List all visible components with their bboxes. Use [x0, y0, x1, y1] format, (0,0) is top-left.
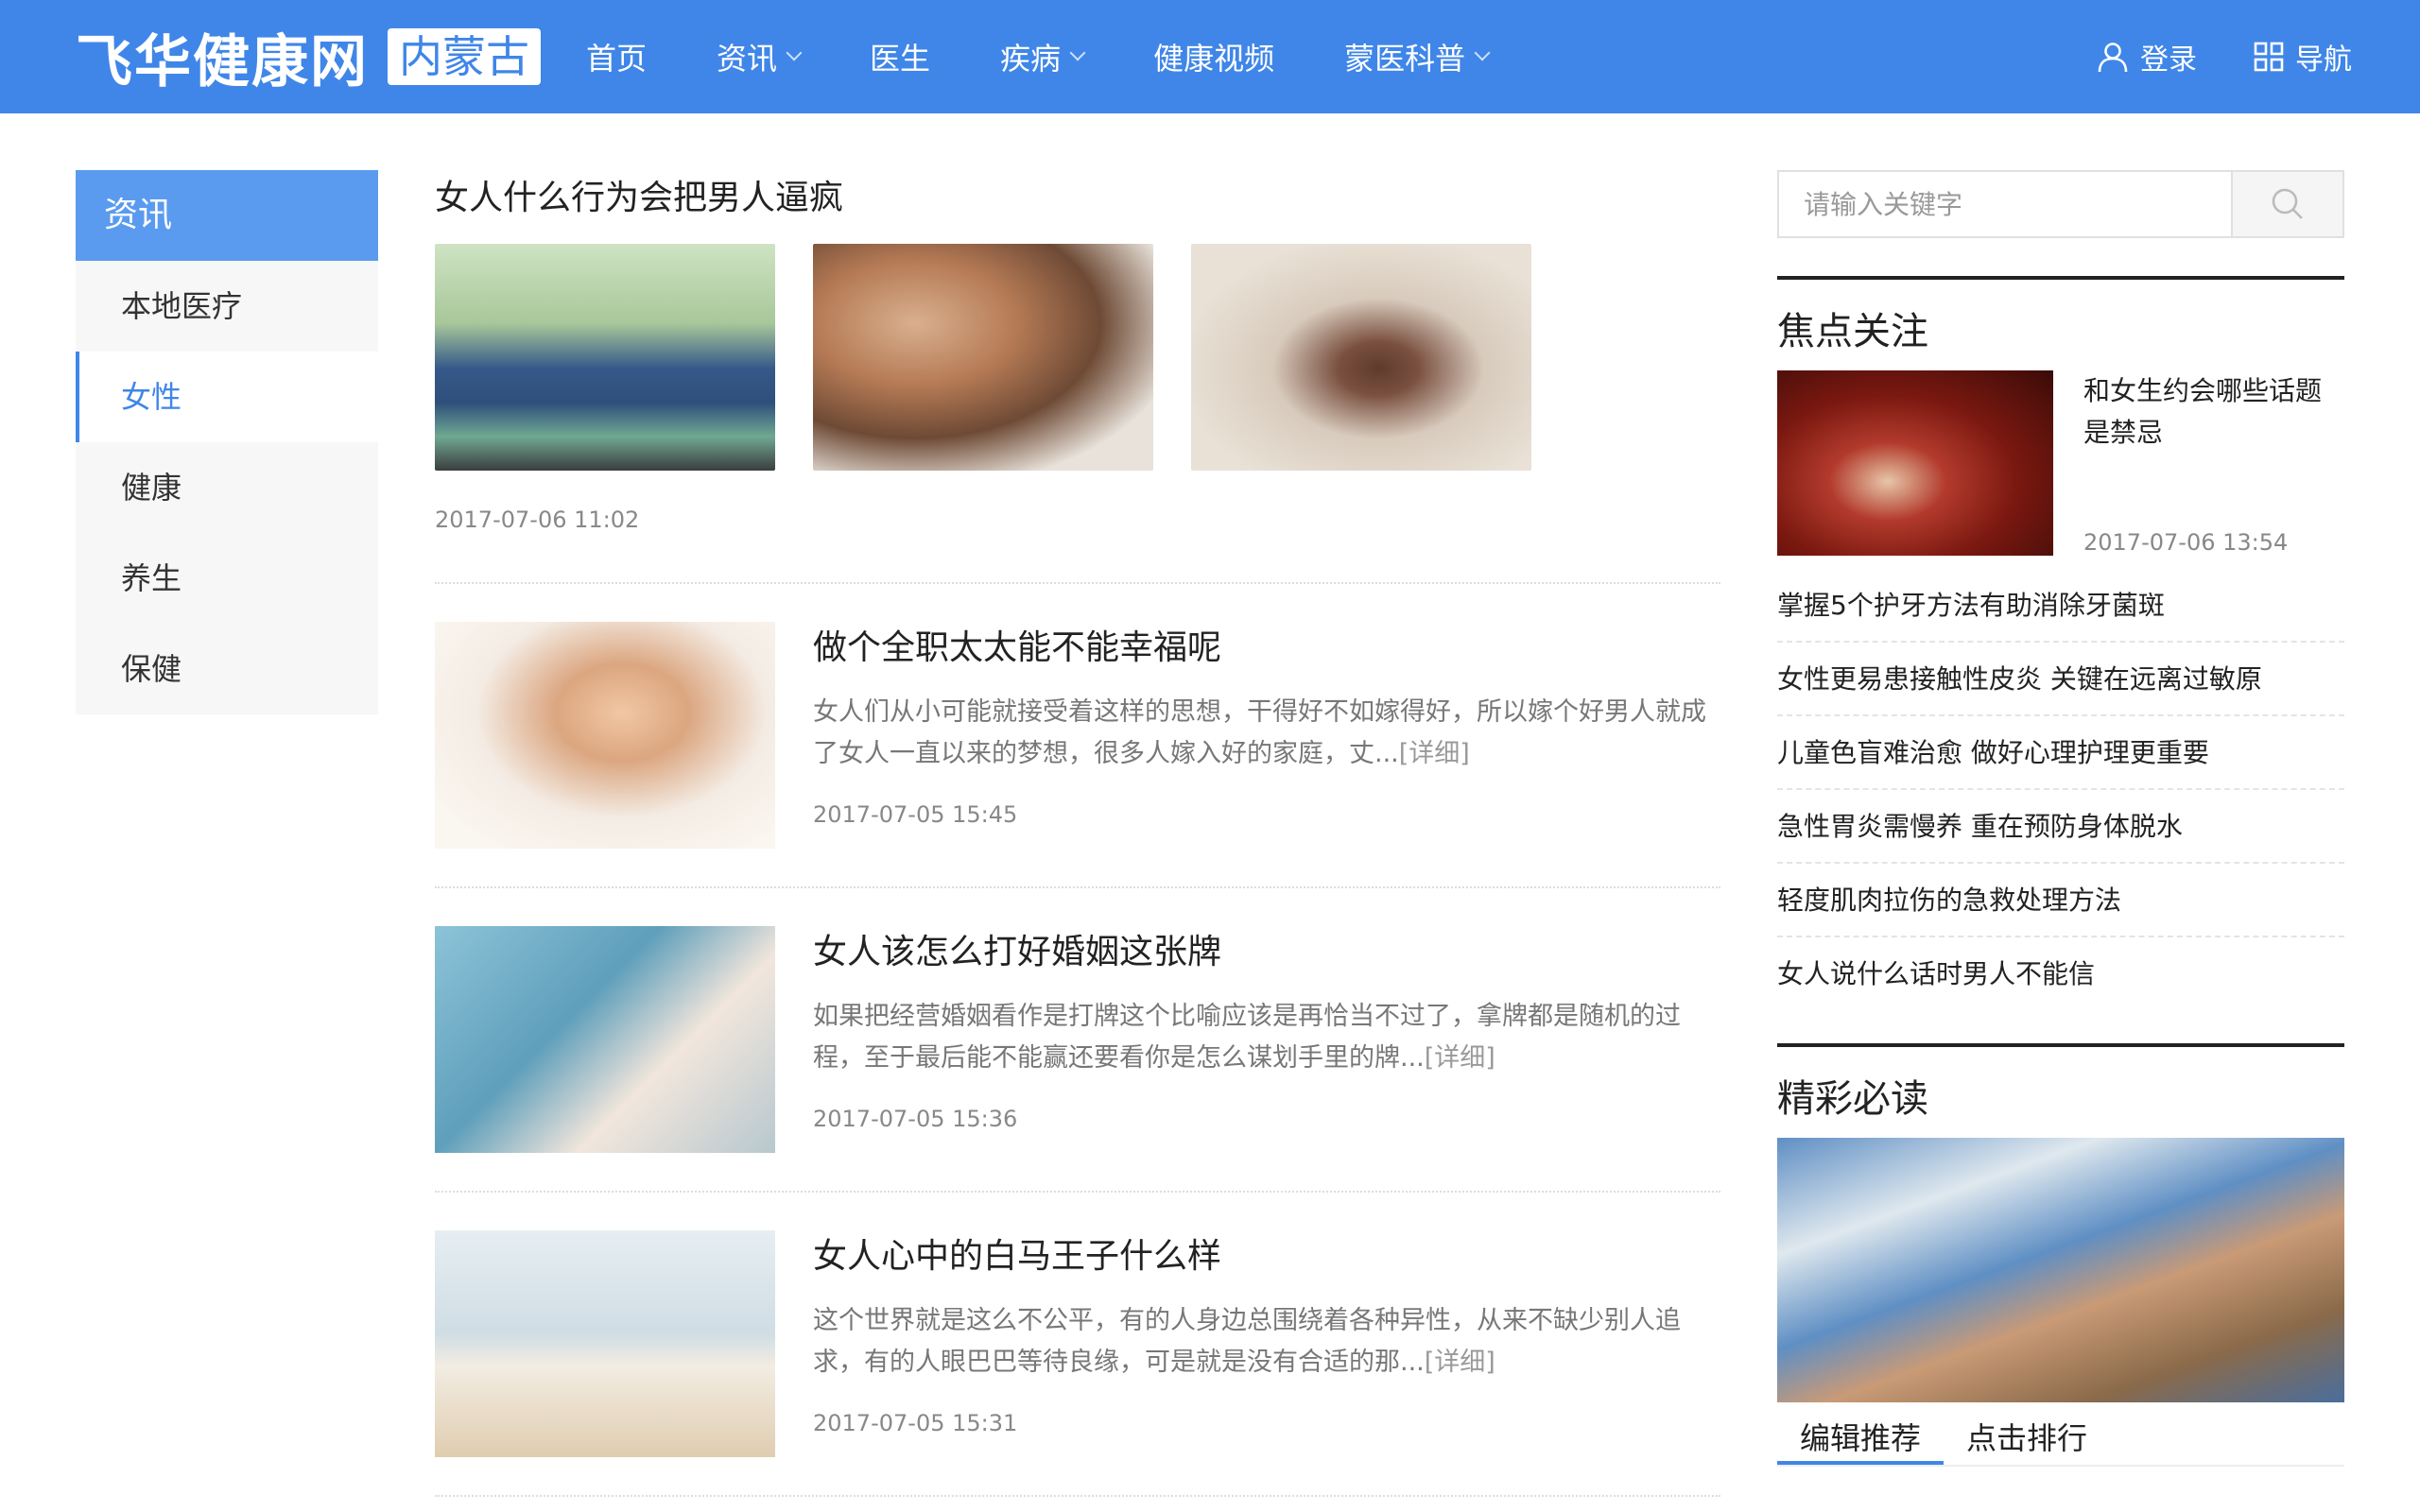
chevron-down-icon [1474, 44, 1491, 61]
divider [435, 1495, 1720, 1497]
tab-editor-picks[interactable]: 编辑推荐 [1777, 1410, 1945, 1465]
list-item: 做个全职太太能不能幸福呢 女人们从小可能就接受着这样的思想，干得好不如嫁得好，所… [435, 584, 1720, 886]
nav-item-home[interactable]: 首页 [586, 35, 647, 78]
list-item: 女人心中的白马王子什么样 这个世界就是这么不公平，有的人身边总围绕着各种异性，从… [435, 1193, 1720, 1495]
featured-image[interactable] [1191, 244, 1531, 471]
focus-top-item: 和女生约会哪些话题是禁忌 2017-07-06 13:54 [1777, 370, 2344, 556]
site-header: 飞华健康网 内蒙古 首页 资讯 医生 疾病 健康视频 蒙医科普 登录 导航 [0, 0, 2420, 113]
nav-item-doctor[interactable]: 医生 [870, 35, 930, 78]
detail-link[interactable]: [详细] [1399, 739, 1470, 768]
list-item[interactable]: 轻度肌肉拉伤的急救处理方法 [1777, 864, 2344, 937]
chevron-down-icon [1069, 44, 1086, 61]
article-date: 2017-07-05 15:36 [813, 1106, 1018, 1132]
featured-title[interactable]: 女人什么行为会把男人逼疯 [435, 174, 1720, 223]
article-list: 女人什么行为会把男人逼疯 2017-07-06 11:02 做个全职太太能不能幸… [435, 170, 1720, 1497]
featured-image[interactable] [435, 244, 775, 471]
sidebar-item-wellness[interactable]: 养生 [76, 533, 378, 624]
featured-article: 女人什么行为会把男人逼疯 2017-07-06 11:02 [435, 174, 1720, 582]
sidebar-title: 资讯 [76, 170, 378, 261]
login-link[interactable]: 登录 [2097, 36, 2197, 77]
article-title[interactable]: 女人该怎么打好婚姻这张牌 [813, 928, 1720, 977]
focus-news-list: 掌握5个护牙方法有助消除牙菌斑 女性更易患接触性皮炎 关键在远离过敏原 儿童色盲… [1777, 569, 2344, 1011]
article-thumbnail[interactable] [435, 926, 775, 1153]
list-item[interactable]: 女性更易患接触性皮炎 关键在远离过敏原 [1777, 643, 2344, 716]
summary-text: 女人们从小可能就接受着这样的思想，干得好不如嫁得好，所以嫁个好男人就成了女人一直… [813, 697, 1706, 768]
detail-link[interactable]: [详细] [1425, 1348, 1495, 1377]
login-label: 登录 [2140, 43, 2197, 77]
list-item[interactable]: 掌握5个护牙方法有助消除牙菌斑 [1777, 569, 2344, 643]
article-date: 2017-07-05 15:31 [813, 1410, 1018, 1436]
article-thumbnail[interactable] [435, 622, 775, 849]
grid-icon [2254, 42, 2284, 72]
tab-click-ranking[interactable]: 点击排行 [1944, 1410, 2110, 1465]
summary-text: 这个世界就是这么不公平，有的人身边总围绕着各种异性，从来不缺少别人追求，有的人眼… [813, 1306, 1681, 1377]
featured-date: 2017-07-06 11:02 [435, 507, 640, 533]
focus-image[interactable] [1777, 370, 2053, 556]
article-title[interactable]: 做个全职太太能不能幸福呢 [813, 624, 1720, 673]
site-logo[interactable]: 飞华健康网 内蒙古 [76, 25, 541, 95]
featured-gallery [435, 244, 1720, 471]
sidebar-item-women[interactable]: 女性 [76, 352, 378, 442]
article-summary: 如果把经营婚姻看作是打牌这个比喻应该是再恰当不过了，拿牌都是随机的过程，至于最后… [813, 996, 1720, 1079]
header-actions: 登录 导航 [2040, 0, 2352, 113]
article-summary: 女人们从小可能就接受着这样的思想，干得好不如嫁得好，所以嫁个好男人就成了女人一直… [813, 692, 1720, 775]
nav-label: 健康视频 [1153, 41, 1275, 77]
search-icon [2272, 188, 2303, 219]
chevron-down-icon [786, 44, 803, 61]
guide-link[interactable]: 导航 [2254, 36, 2352, 77]
nav-item-news[interactable]: 资讯 [717, 35, 803, 78]
focus-title[interactable]: 和女生约会哪些话题是禁忌 [2083, 370, 2344, 454]
category-sidebar: 资讯 本地医疗 女性 健康 养生 保健 [76, 170, 378, 714]
nav-label: 蒙医科普 [1344, 41, 1466, 77]
sidebar-item-health[interactable]: 健康 [76, 442, 378, 533]
section-heading-must-read: 精彩必读 [1777, 1043, 2344, 1138]
featured-image[interactable] [813, 244, 1153, 471]
search-button[interactable] [2231, 172, 2342, 236]
must-read-image[interactable] [1777, 1138, 2344, 1402]
nav-item-mongolian-medicine[interactable]: 蒙医科普 [1344, 35, 1491, 78]
search-input[interactable] [1779, 172, 2231, 236]
sidebar-item-local-medical[interactable]: 本地医疗 [76, 261, 378, 352]
nav-label: 医生 [870, 41, 931, 77]
nav-item-disease[interactable]: 疾病 [1000, 35, 1086, 78]
focus-date: 2017-07-06 13:54 [2083, 529, 2289, 556]
list-item[interactable]: 儿童色盲难治愈 做好心理护理更重要 [1777, 716, 2344, 790]
nav-item-health-video[interactable]: 健康视频 [1153, 35, 1274, 78]
nav-label: 疾病 [1000, 41, 1062, 77]
nav-label: 首页 [586, 41, 648, 77]
list-item[interactable]: 女人说什么话时男人不能信 [1777, 937, 2344, 1011]
article-title[interactable]: 女人心中的白马王子什么样 [813, 1232, 1720, 1281]
nav-label: 资讯 [717, 41, 778, 77]
article-date: 2017-07-05 15:45 [813, 801, 1018, 828]
logo-text: 飞华健康网 [76, 28, 369, 95]
sidebar-item-care[interactable]: 保健 [76, 624, 378, 714]
guide-label: 导航 [2295, 43, 2352, 77]
list-item[interactable]: 急性胃炎需慢养 重在预防身体脱水 [1777, 790, 2344, 864]
list-item: 女人该怎么打好婚姻这张牌 如果把经营婚姻看作是打牌这个比喻应该是再恰当不过了，拿… [435, 888, 1720, 1191]
detail-link[interactable]: [详细] [1425, 1043, 1495, 1073]
article-summary: 这个世界就是这么不公平，有的人身边总围绕着各种异性，从来不缺少别人追求，有的人眼… [813, 1300, 1720, 1383]
section-heading-focus: 焦点关注 [1777, 276, 2344, 370]
main-nav: 首页 资讯 医生 疾病 健康视频 蒙医科普 [586, 0, 1558, 113]
article-thumbnail[interactable] [435, 1230, 775, 1457]
right-column: 焦点关注 和女生约会哪些话题是禁忌 2017-07-06 13:54 掌握5个护… [1777, 170, 2344, 1467]
must-read-tabs: 编辑推荐 点击排行 [1777, 1410, 2344, 1467]
summary-text: 如果把经营婚姻看作是打牌这个比喻应该是再恰当不过了，拿牌都是随机的过程，至于最后… [813, 1002, 1681, 1073]
region-badge[interactable]: 内蒙古 [388, 28, 541, 85]
user-icon [2098, 43, 2128, 73]
search-box [1777, 170, 2344, 238]
